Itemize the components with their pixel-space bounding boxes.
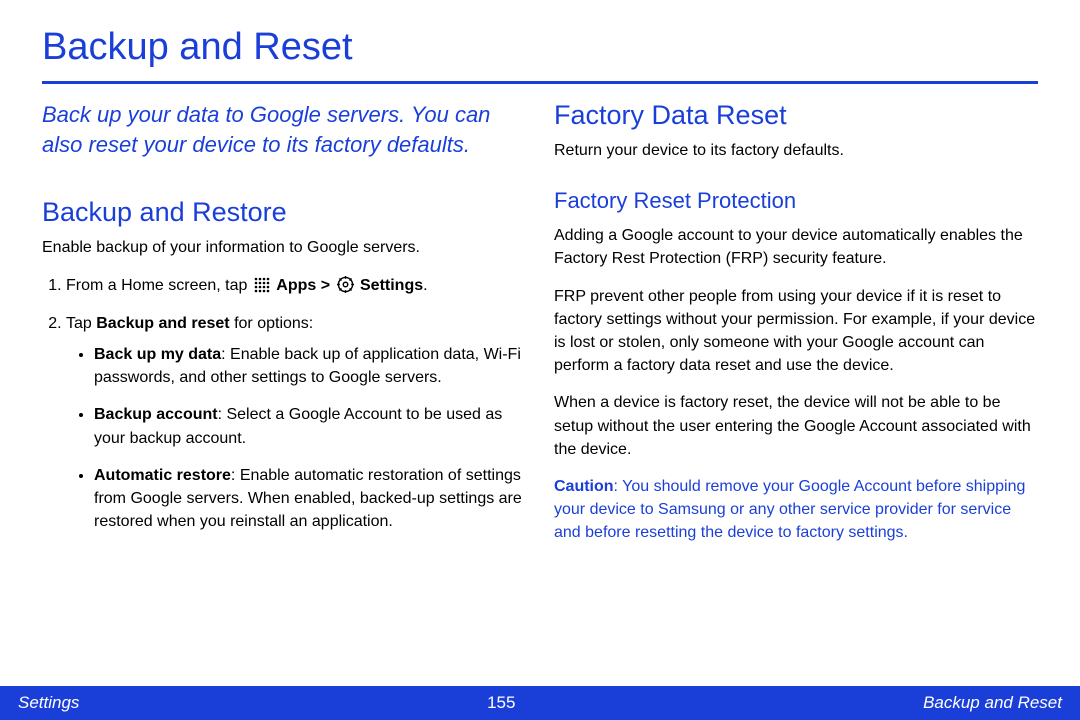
- bullet-backup-my-data: Back up my data: Enable back up of appli…: [94, 343, 526, 389]
- bullet-backup-account: Backup account: Select a Google Account …: [94, 403, 526, 449]
- heading-frp: Factory Reset Protection: [554, 188, 1038, 214]
- caution-body: : You should remove your Google Account …: [554, 478, 1025, 541]
- step-2: Tap Backup and reset for options: Back u…: [66, 312, 526, 534]
- heading-factory-data-reset: Factory Data Reset: [554, 100, 1038, 131]
- step1-dot: .: [423, 277, 427, 294]
- apps-grid-icon: [254, 277, 270, 300]
- step2-bold: Backup and reset: [96, 315, 229, 332]
- step1-settings: Settings: [360, 277, 423, 294]
- step2-suffix: for options:: [230, 315, 314, 332]
- caution-label: Caution: [554, 478, 614, 495]
- factory-reset-lead: Return your device to its factory defaul…: [554, 139, 1038, 162]
- footer-page-number: 155: [487, 693, 515, 713]
- caution-text: Caution: You should remove your Google A…: [554, 475, 1038, 545]
- step1-gt: >: [321, 277, 335, 294]
- bullet3-bold: Automatic restore: [94, 467, 231, 484]
- footer-right: Backup and Reset: [923, 693, 1062, 713]
- bullet-automatic-restore: Automatic restore: Enable automatic rest…: [94, 464, 526, 534]
- bullet2-bold: Backup account: [94, 406, 218, 423]
- frp-p3: When a device is factory reset, the devi…: [554, 391, 1038, 461]
- step1-apps: Apps: [276, 277, 316, 294]
- left-column: Back up your data to Google servers. You…: [42, 100, 526, 547]
- options-bullets: Back up my data: Enable back up of appli…: [66, 343, 526, 533]
- footer-bar: Settings 155 Backup and Reset: [0, 686, 1080, 720]
- backup-restore-lead: Enable backup of your information to Goo…: [42, 236, 526, 259]
- frp-p2: FRP prevent other people from using your…: [554, 285, 1038, 378]
- step1-prefix: From a Home screen, tap: [66, 277, 252, 294]
- content-columns: Back up your data to Google servers. You…: [42, 100, 1038, 547]
- intro-text: Back up your data to Google servers. You…: [42, 100, 526, 159]
- step-1: From a Home screen, tap Apps >: [66, 274, 526, 300]
- right-column: Factory Data Reset Return your device to…: [554, 100, 1038, 547]
- heading-backup-restore: Backup and Restore: [42, 197, 526, 228]
- steps-list: From a Home screen, tap Apps >: [42, 274, 526, 534]
- footer-left: Settings: [18, 693, 79, 713]
- page-title: Backup and Reset: [42, 26, 1038, 69]
- settings-gear-icon: [337, 276, 354, 300]
- bullet1-bold: Back up my data: [94, 346, 221, 363]
- frp-p1: Adding a Google account to your device a…: [554, 224, 1038, 270]
- title-divider: [42, 81, 1038, 84]
- step2-prefix: Tap: [66, 315, 96, 332]
